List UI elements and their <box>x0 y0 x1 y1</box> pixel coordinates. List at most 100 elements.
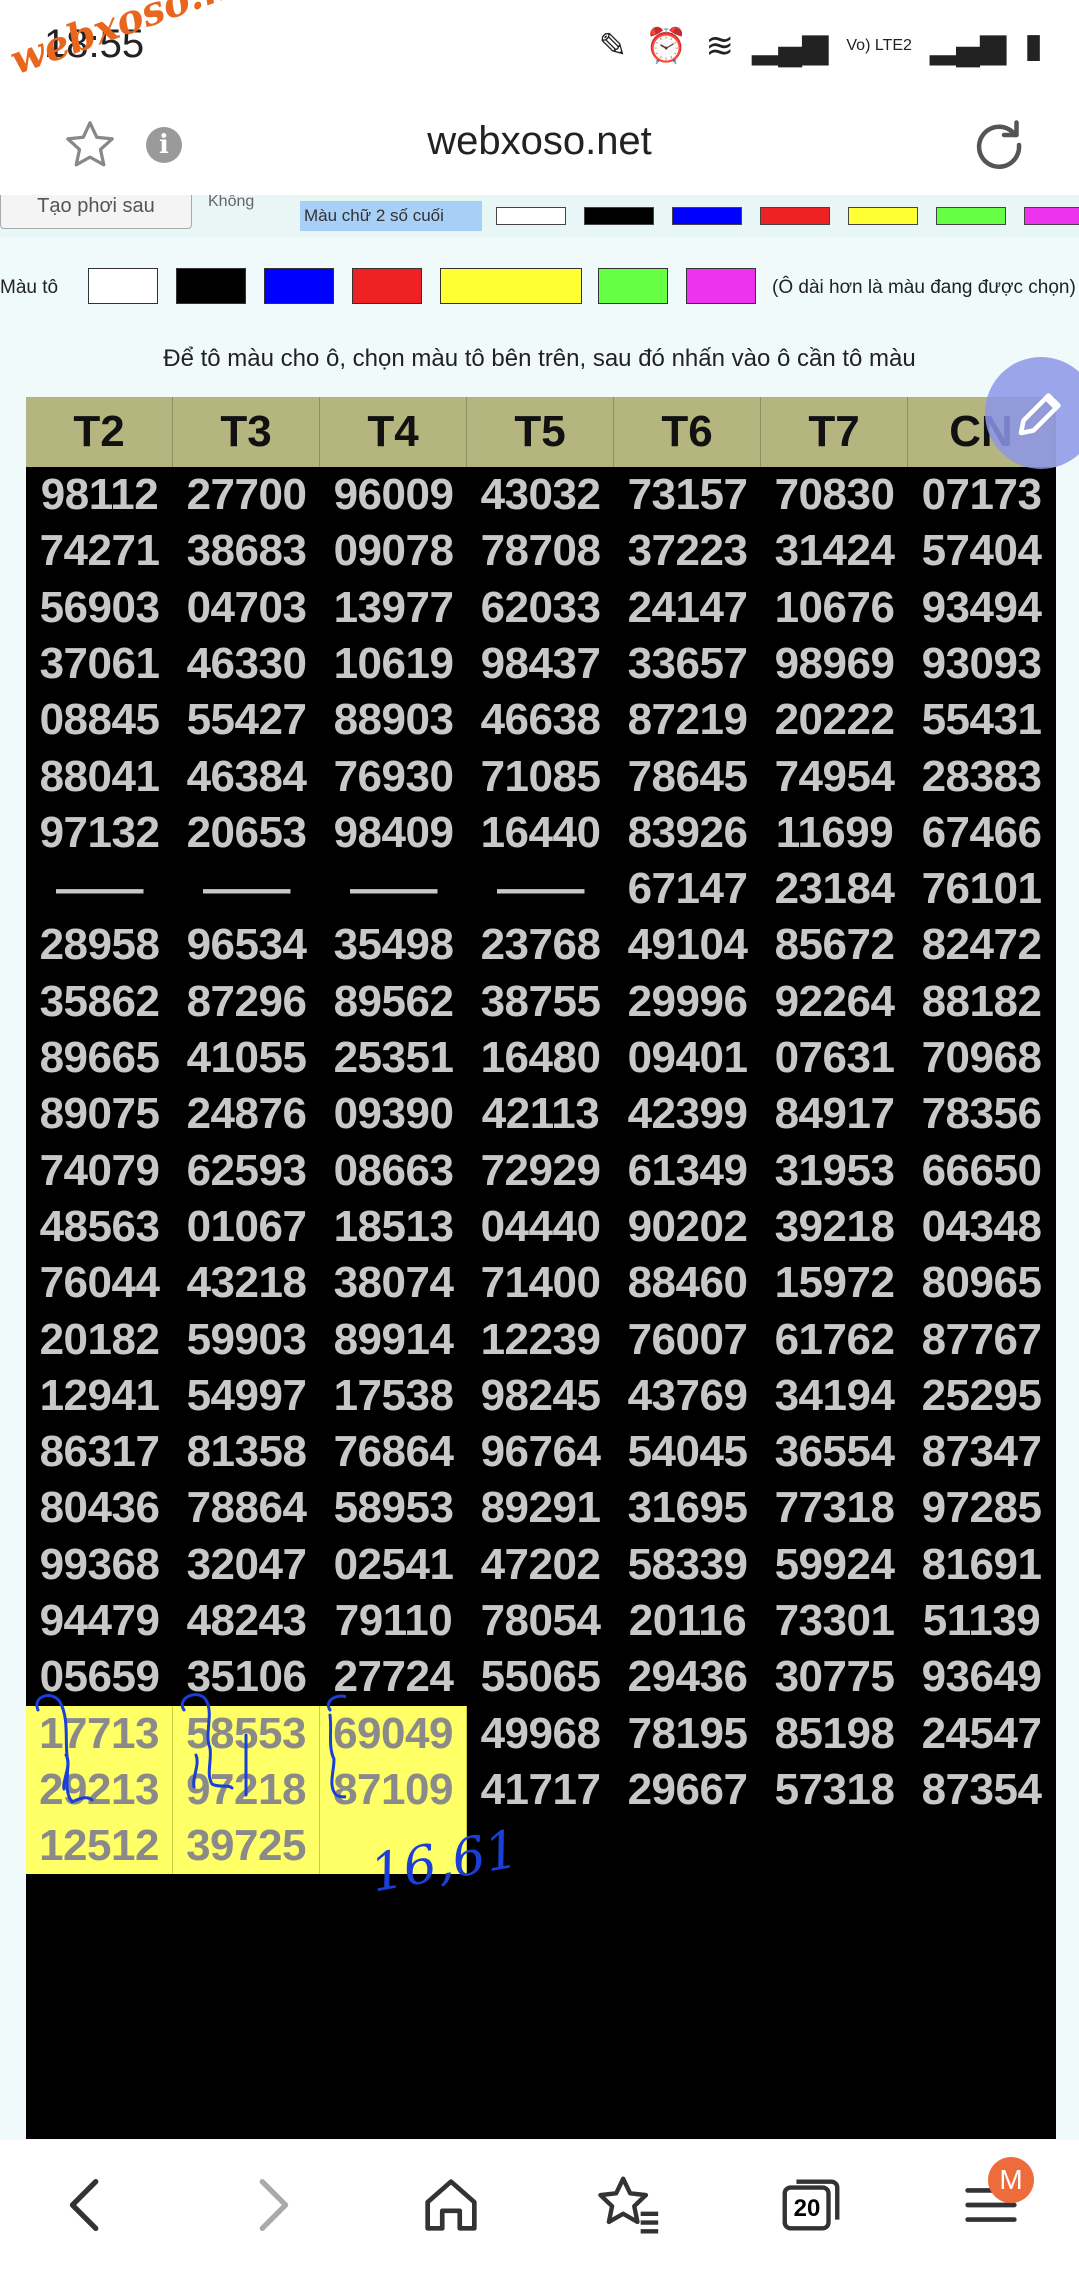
table-cell[interactable]: 11699 <box>761 805 908 861</box>
table-cell[interactable]: 38074 <box>320 1255 467 1311</box>
table-cell[interactable]: 38683 <box>173 523 320 579</box>
table-cell[interactable]: 74954 <box>761 749 908 805</box>
text-color-swatch-1[interactable] <box>584 207 654 225</box>
table-cell[interactable]: 98437 <box>467 636 614 692</box>
table-cell[interactable]: 89914 <box>320 1312 467 1368</box>
forward-icon[interactable] <box>236 2170 306 2240</box>
table-cell[interactable]: 76007 <box>614 1312 761 1368</box>
table-cell[interactable]: 30775 <box>761 1649 908 1705</box>
table-cell[interactable]: 39218 <box>761 1199 908 1255</box>
fill-color-swatch-4[interactable] <box>440 268 582 304</box>
table-cell[interactable]: 78864 <box>173 1480 320 1536</box>
table-cell[interactable]: 82472 <box>908 917 1055 973</box>
table-cell[interactable]: 20182 <box>26 1312 173 1368</box>
table-cell[interactable]: 70830 <box>761 467 908 523</box>
table-cell[interactable]: 48243 <box>173 1593 320 1649</box>
table-cell[interactable]: 55431 <box>908 692 1055 748</box>
table-cell[interactable]: 98969 <box>761 636 908 692</box>
bookmarks-icon[interactable] <box>594 2170 664 2240</box>
table-cell[interactable]: 57404 <box>908 523 1055 579</box>
table-cell[interactable]: 89665 <box>26 1030 173 1086</box>
table-cell[interactable]: 31424 <box>761 523 908 579</box>
table-cell[interactable]: 17538 <box>320 1368 467 1424</box>
table-cell[interactable]: 78708 <box>467 523 614 579</box>
table-cell[interactable]: 78645 <box>614 749 761 805</box>
table-cell[interactable]: 97285 <box>908 1480 1055 1536</box>
table-cell[interactable]: 62593 <box>173 1143 320 1199</box>
table-cell[interactable]: 43769 <box>614 1368 761 1424</box>
table-cell[interactable]: —— <box>173 861 320 917</box>
table-cell[interactable]: 23768 <box>467 917 614 973</box>
table-cell[interactable]: 13977 <box>320 580 467 636</box>
table-cell[interactable]: 69049 <box>320 1705 467 1762</box>
table-cell[interactable]: 09078 <box>320 523 467 579</box>
table-cell[interactable]: 59924 <box>761 1537 908 1593</box>
table-cell[interactable]: 38755 <box>467 974 614 1030</box>
table-cell[interactable]: 43218 <box>173 1255 320 1311</box>
table-cell[interactable]: 46330 <box>173 636 320 692</box>
tao-phoi-button[interactable]: Tạo phơi sau <box>0 195 192 229</box>
table-cell[interactable]: 01067 <box>173 1199 320 1255</box>
table-cell[interactable]: 28958 <box>26 917 173 973</box>
table-cell[interactable]: 80965 <box>908 1255 1055 1311</box>
reload-icon[interactable] <box>969 115 1029 175</box>
table-cell[interactable]: 90202 <box>614 1199 761 1255</box>
table-cell[interactable]: 87347 <box>908 1424 1055 1480</box>
table-cell[interactable]: 85198 <box>761 1706 908 1762</box>
fill-color-swatch-0[interactable] <box>88 268 158 304</box>
text-color-swatch-3[interactable] <box>760 207 830 225</box>
table-cell[interactable]: 29667 <box>614 1762 761 1818</box>
fill-color-swatch-1[interactable] <box>176 268 246 304</box>
home-icon[interactable] <box>416 2170 486 2240</box>
none-option[interactable]: Không <box>208 195 254 211</box>
table-cell[interactable]: 88460 <box>614 1255 761 1311</box>
table-cell[interactable]: 67466 <box>908 805 1055 861</box>
table-cell[interactable]: 93093 <box>908 636 1055 692</box>
table-cell[interactable]: 31953 <box>761 1143 908 1199</box>
table-cell[interactable]: 56903 <box>26 580 173 636</box>
text-color-swatch-0[interactable] <box>496 207 566 225</box>
table-cell[interactable]: 20653 <box>173 805 320 861</box>
table-cell[interactable]: 24147 <box>614 580 761 636</box>
table-cell[interactable]: 20116 <box>614 1593 761 1649</box>
table-cell[interactable]: 54045 <box>614 1424 761 1480</box>
table-cell[interactable]: 58553 <box>173 1705 320 1762</box>
table-cell[interactable]: 37061 <box>26 636 173 692</box>
fill-color-swatch-6[interactable] <box>686 268 756 304</box>
table-cell[interactable]: 93649 <box>908 1649 1055 1705</box>
table-cell[interactable]: 87109 <box>320 1761 467 1818</box>
table-cell[interactable]: 89291 <box>467 1480 614 1536</box>
table-cell[interactable]: 32047 <box>173 1537 320 1593</box>
table-cell[interactable]: 84917 <box>761 1086 908 1142</box>
table-cell[interactable]: 04703 <box>173 580 320 636</box>
table-cell[interactable]: 27700 <box>173 467 320 523</box>
table-cell[interactable]: 49968 <box>467 1706 614 1762</box>
back-icon[interactable] <box>52 2170 122 2240</box>
table-cell[interactable]: 55065 <box>467 1649 614 1705</box>
text-color-swatch-2[interactable] <box>672 207 742 225</box>
table-cell[interactable]: 42399 <box>614 1086 761 1142</box>
table-cell[interactable]: 71085 <box>467 749 614 805</box>
table-cell[interactable]: 35106 <box>173 1649 320 1705</box>
table-cell[interactable]: 96534 <box>173 917 320 973</box>
table-cell[interactable]: 43032 <box>467 467 614 523</box>
table-cell[interactable]: 12512 <box>26 1818 173 1875</box>
fill-color-swatch-2[interactable] <box>264 268 334 304</box>
table-cell[interactable]: 57318 <box>761 1762 908 1818</box>
table-cell[interactable]: 62033 <box>467 580 614 636</box>
table-cell[interactable]: 76864 <box>320 1424 467 1480</box>
table-cell[interactable]: 76044 <box>26 1255 173 1311</box>
table-cell[interactable]: 74271 <box>26 523 173 579</box>
table-cell[interactable]: 55427 <box>173 692 320 748</box>
table-cell[interactable]: 89562 <box>320 974 467 1030</box>
table-cell[interactable]: 61349 <box>614 1143 761 1199</box>
table-cell[interactable]: 24876 <box>173 1086 320 1142</box>
table-cell[interactable]: 41717 <box>467 1762 614 1818</box>
table-cell[interactable]: 88182 <box>908 974 1055 1030</box>
table-cell[interactable]: 25295 <box>908 1368 1055 1424</box>
table-cell[interactable]: 86317 <box>26 1424 173 1480</box>
table-cell[interactable]: 87354 <box>908 1762 1055 1818</box>
table-cell[interactable]: 27724 <box>320 1649 467 1705</box>
table-cell[interactable]: 16480 <box>467 1030 614 1086</box>
table-cell[interactable]: 83926 <box>614 805 761 861</box>
